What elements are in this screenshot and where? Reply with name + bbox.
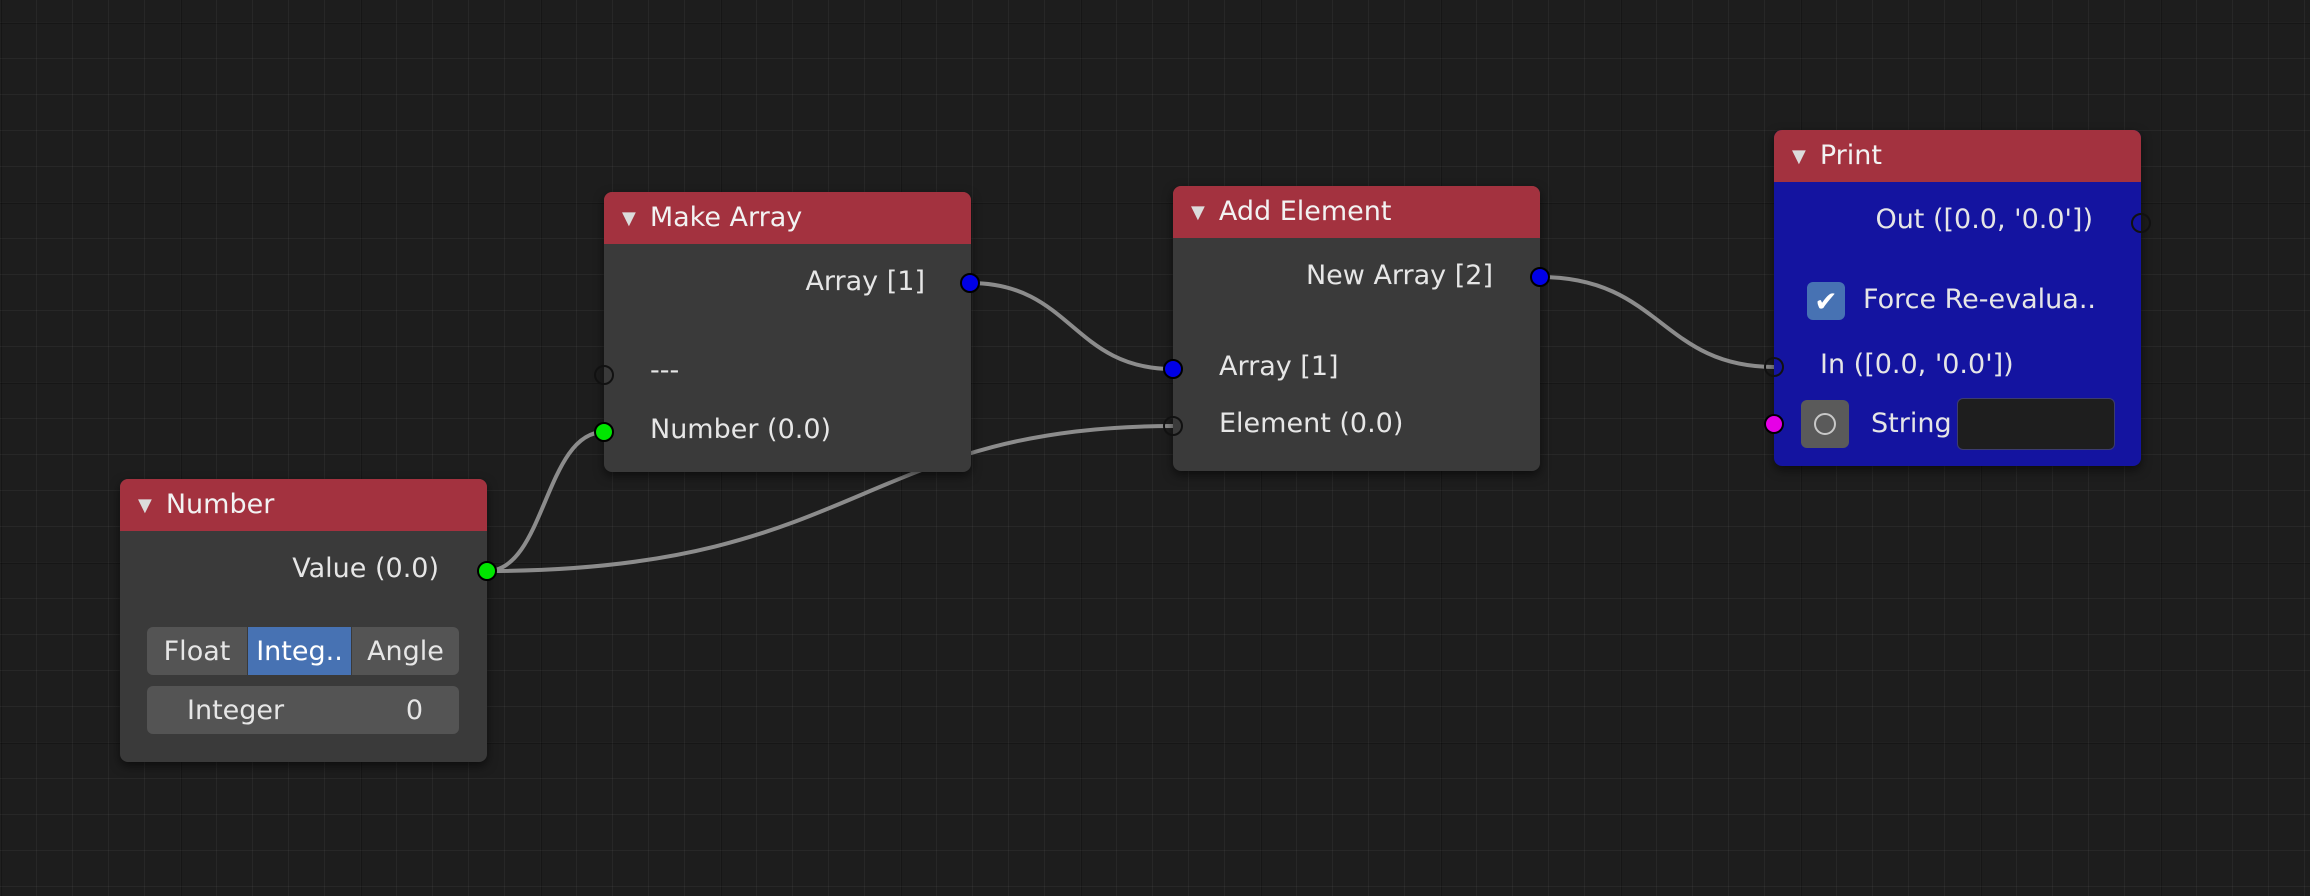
add-element-node-header[interactable]: ▼ Add Element: [1173, 186, 1540, 238]
integer-field[interactable]: Integer 0: [147, 686, 459, 734]
make-array-output-socket[interactable]: [960, 273, 980, 293]
triangle-down-icon[interactable]: ▼: [622, 193, 636, 245]
make-array-number-input-label: Number (0.0): [650, 414, 832, 445]
add-element-array-socket[interactable]: [1163, 359, 1183, 379]
number-node-header[interactable]: ▼ Number: [120, 479, 487, 531]
new-array-output-socket[interactable]: [1530, 267, 1550, 287]
string-input[interactable]: [1957, 398, 2115, 450]
string-input-socket[interactable]: [1764, 414, 1784, 434]
print-output-label: Out ([0.0, '0.0']): [1875, 204, 2093, 235]
mode-integer-button[interactable]: Integ..: [248, 627, 352, 675]
number-node[interactable]: ▼ Number Value (0.0) Float Integ.. Angle …: [120, 479, 487, 762]
print-node[interactable]: ▼ Print Out ([0.0, '0.0']) ✔ Force Re-eva…: [1774, 130, 2141, 466]
triangle-down-icon[interactable]: ▼: [1191, 187, 1205, 239]
triangle-down-icon[interactable]: ▼: [138, 480, 152, 532]
circle-icon: [1814, 413, 1836, 435]
force-reevaluate-checkbox[interactable]: ✔: [1807, 282, 1845, 320]
make-array-node-header[interactable]: ▼ Make Array: [604, 192, 971, 244]
add-element-element-input-label: Element (0.0): [1219, 408, 1404, 439]
new-array-output-label: New Array [2]: [1305, 260, 1493, 291]
string-toggle-button[interactable]: [1801, 400, 1849, 448]
print-input-label: In ([0.0, '0.0']): [1820, 349, 2014, 380]
print-node-title: Print: [1819, 140, 1882, 171]
string-input-label: String: [1871, 408, 1952, 439]
add-element-node[interactable]: ▼ Add Element New Array [2] Array [1] Ele…: [1173, 186, 1540, 471]
value-output-socket[interactable]: [477, 561, 497, 581]
check-icon: ✔: [1814, 284, 1838, 318]
integer-field-value: 0: [405, 694, 423, 726]
make-array-number-socket[interactable]: [594, 422, 614, 442]
print-output-socket[interactable]: [2131, 213, 2151, 233]
print-node-header[interactable]: ▼ Print: [1774, 130, 2141, 182]
make-array-node-title: Make Array: [649, 202, 803, 233]
triangle-down-icon[interactable]: ▼: [1792, 131, 1806, 183]
add-element-node-title: Add Element: [1218, 196, 1392, 227]
force-reevaluate-label[interactable]: Force Re-evalua..: [1863, 284, 2096, 315]
integer-field-label: Integer: [187, 694, 285, 726]
add-element-array-input-label: Array [1]: [1219, 351, 1339, 382]
make-array-placeholder-socket[interactable]: [594, 365, 614, 385]
number-mode-selector: Float Integ.. Angle: [147, 627, 459, 675]
make-array-output-label: Array [1]: [805, 266, 925, 297]
mode-angle-button[interactable]: Angle: [352, 627, 459, 675]
mode-float-button[interactable]: Float: [147, 627, 248, 675]
print-input-socket[interactable]: [1764, 357, 1784, 377]
make-array-node[interactable]: ▼ Make Array Array [1] --- Number (0.0): [604, 192, 971, 472]
value-output-label: Value (0.0): [292, 553, 439, 584]
make-array-placeholder-label: ---: [650, 355, 680, 386]
add-element-element-socket[interactable]: [1163, 416, 1183, 436]
number-node-title: Number: [165, 489, 275, 520]
